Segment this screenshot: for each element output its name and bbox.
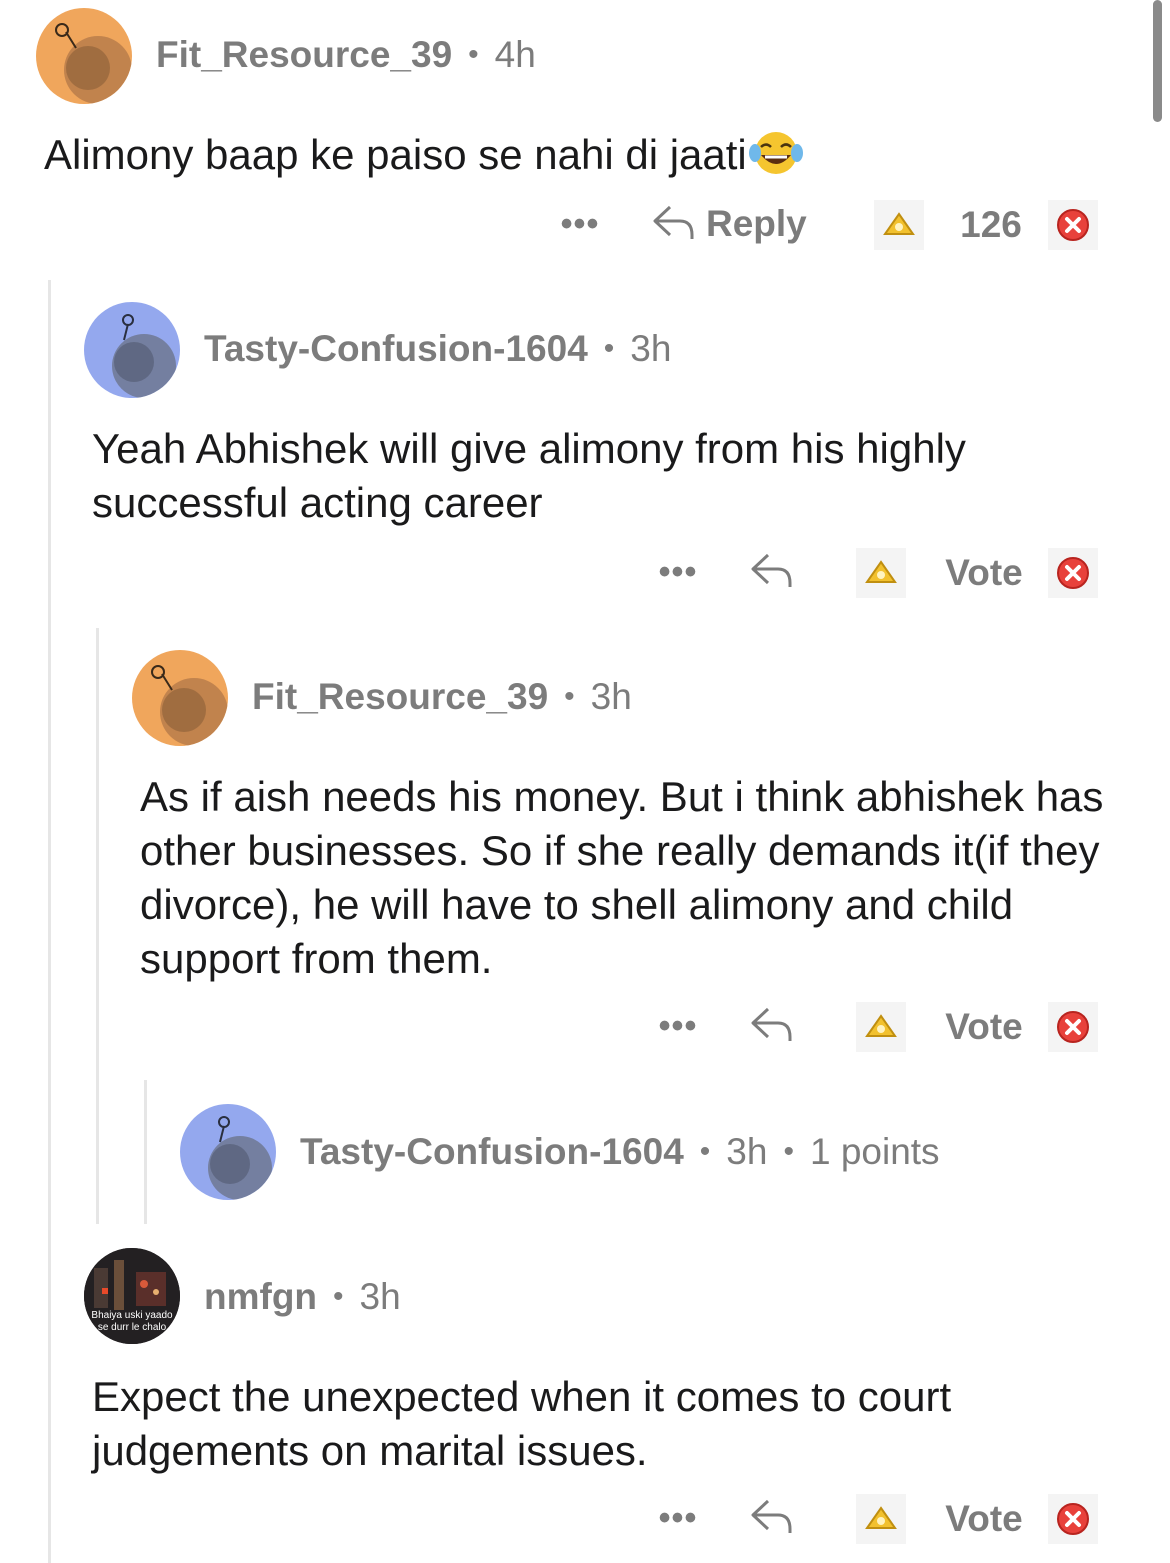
separator-dot: • — [603, 332, 615, 365]
upvote-icon[interactable] — [856, 1002, 906, 1052]
reply-label: Reply — [706, 203, 807, 244]
comment-age: 3h — [630, 328, 672, 369]
separator-dot: • — [783, 1135, 794, 1168]
reply-arrow-icon — [748, 549, 794, 596]
downvote-icon[interactable] — [1048, 548, 1098, 598]
comment-meta: Tasty-Confusion-1604 • 3h — [204, 328, 671, 370]
comment-meta[interactable]: Tasty-Confusion-1604 • 3h • 1 points — [300, 1131, 940, 1173]
vote-label: Vote — [945, 1498, 1023, 1539]
comment-meta: Fit_Resource_39 • 3h — [252, 676, 632, 718]
reply-arrow-icon — [748, 1495, 794, 1542]
comment-body: As if aish needs his money. But i think … — [140, 773, 1104, 982]
reply-button[interactable] — [748, 1000, 794, 1052]
separator-dot: • — [333, 1280, 344, 1313]
username[interactable]: Fit_Resource_39 — [156, 34, 452, 76]
comment-body: Alimony baap ke paiso se nahi di jaati — [44, 128, 1124, 182]
downvote-icon[interactable] — [1048, 1002, 1098, 1052]
reply-arrow-icon — [650, 201, 696, 248]
reply-arrow-icon — [748, 1003, 794, 1050]
reply-button[interactable]: Reply — [650, 198, 807, 250]
separator-dot: • — [699, 1135, 711, 1168]
more-options-icon[interactable]: ••• — [654, 552, 702, 592]
comment-text: Alimony baap ke paiso se nahi di jaati — [44, 131, 747, 178]
username[interactable]: Tasty-Confusion-1604 — [300, 1131, 684, 1173]
separator-dot: • — [564, 680, 575, 713]
comment-age: 3h — [359, 1276, 401, 1317]
comment-age: 3h — [590, 676, 632, 717]
separator-dot: • — [468, 38, 479, 71]
avatar[interactable] — [36, 8, 132, 104]
comment-meta: nmfgn • 3h — [204, 1276, 401, 1318]
avatar[interactable] — [180, 1104, 276, 1200]
vote-score: 126 — [960, 204, 1022, 245]
more-options-icon[interactable]: ••• — [556, 204, 604, 244]
avatar[interactable] — [84, 302, 180, 398]
username[interactable]: Fit_Resource_39 — [252, 676, 548, 718]
avatar[interactable] — [132, 650, 228, 746]
more-options-icon[interactable]: ••• — [654, 1006, 702, 1046]
username[interactable]: Tasty-Confusion-1604 — [204, 328, 588, 370]
upvote-icon[interactable] — [856, 548, 906, 598]
downvote-icon[interactable] — [1048, 200, 1098, 250]
upvote-icon[interactable] — [856, 1494, 906, 1544]
thread-line[interactable] — [144, 1080, 147, 1224]
avatar-caption: Bhaiya uski yaado se durr le chalo — [91, 1310, 173, 1333]
comment-age: 3h — [726, 1131, 768, 1172]
comment-body: Yeah Abhishek will give alimony from his… — [92, 425, 966, 526]
scrollbar[interactable] — [1153, 0, 1162, 122]
comment-body: Expect the unexpected when it comes to c… — [92, 1373, 952, 1474]
reply-button[interactable] — [748, 1492, 794, 1544]
vote-label: Vote — [945, 552, 1023, 593]
reply-button[interactable] — [748, 546, 794, 598]
more-options-icon[interactable]: ••• — [654, 1498, 702, 1538]
username[interactable]: nmfgn — [204, 1276, 317, 1318]
laughing-tears-emoji-icon — [748, 129, 803, 177]
upvote-icon[interactable] — [874, 200, 924, 250]
vote-label: Vote — [945, 1006, 1023, 1047]
comment-age: 4h — [494, 34, 536, 75]
thread-line[interactable] — [48, 280, 51, 1563]
comment-points: 1 points — [809, 1131, 940, 1172]
thread-line[interactable] — [96, 628, 99, 1224]
comment-meta: Fit_Resource_39 • 4h — [156, 34, 536, 76]
downvote-icon[interactable] — [1048, 1494, 1098, 1544]
